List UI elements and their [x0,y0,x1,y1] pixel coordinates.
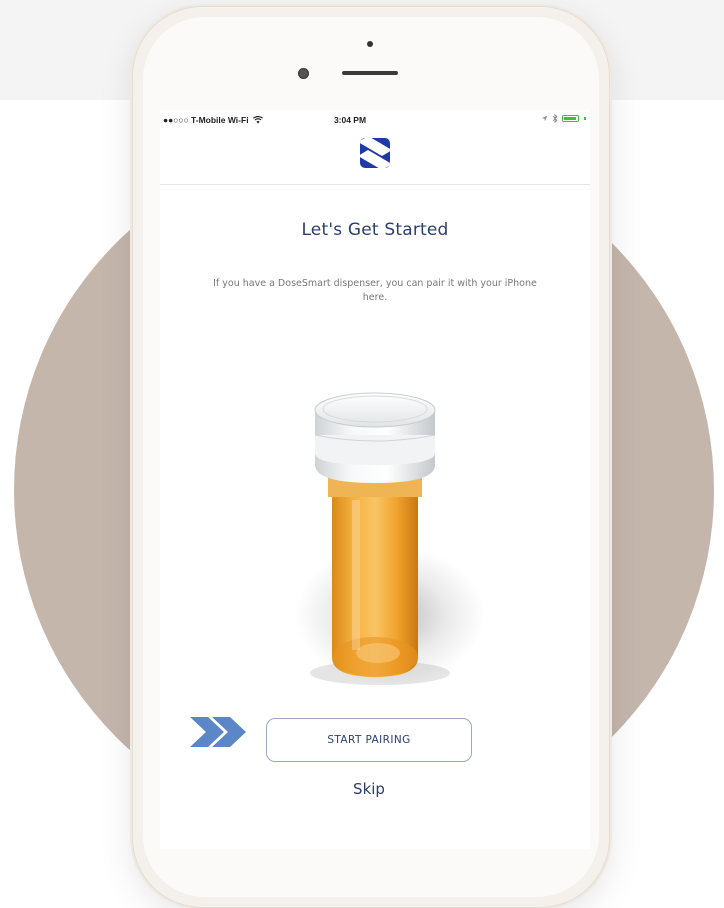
front-camera-icon [298,68,309,79]
camera-icon [367,41,373,47]
pill-bottle-image [220,365,530,695]
earpiece-speaker [342,71,398,75]
location-arrow-icon [541,115,548,122]
skip-link[interactable]: Skip [160,780,578,798]
status-time-text: 3:04 PM [333,115,367,125]
status-bar: ●●○○○ T-Mobile Wi-Fi 3:04 PM [160,110,590,132]
nav-header [160,132,590,185]
battery-icon [562,115,579,122]
double-chevron-right-icon [188,713,250,751]
page-title: Let's Get Started [301,220,449,240]
dosesmart-logo-icon [360,138,390,168]
battery-level [564,117,576,120]
s-logo-mark [360,138,390,168]
start-pairing-button[interactable]: START PAIRING [266,718,472,762]
bluetooth-icon [552,114,558,123]
status-indicators [541,114,586,123]
page-description: If you have a DoseSmart dispenser, you c… [213,278,537,303]
status-time: 3:04 PM [160,115,590,125]
pill-bottle-icon [295,392,485,685]
app-screen: ●●○○○ T-Mobile Wi-Fi 3:04 PM Let's Get S… [160,110,590,849]
battery-tip [584,117,586,120]
